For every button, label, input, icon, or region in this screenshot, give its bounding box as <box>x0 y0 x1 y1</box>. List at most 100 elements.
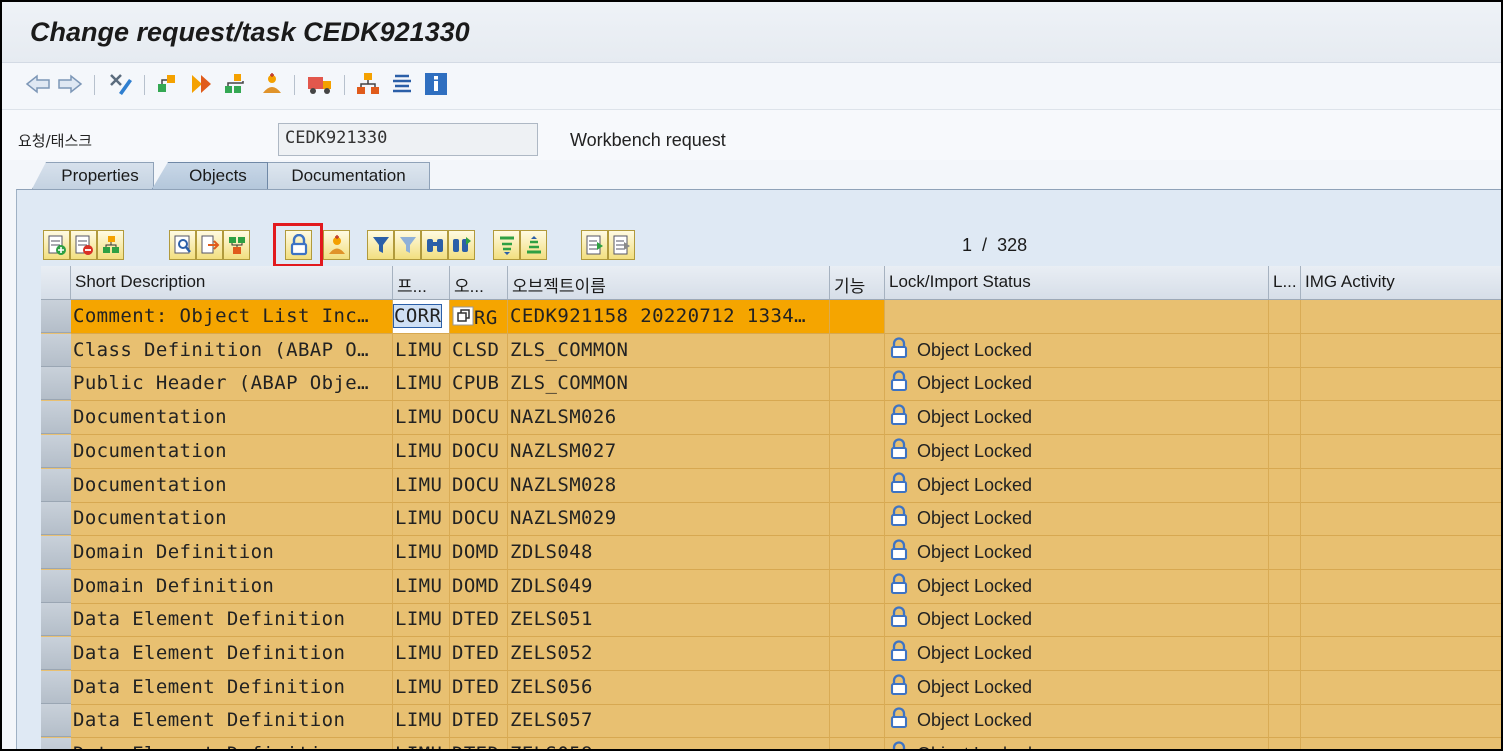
transport-truck-icon[interactable] <box>306 70 334 98</box>
cell-description[interactable]: Documentation <box>71 401 393 435</box>
comment-row[interactable]: Comment: Object List Inc… CORR RG CEDK92115… <box>41 300 1501 334</box>
delete-row-button[interactable] <box>70 230 97 260</box>
cell-img-activity[interactable] <box>1301 401 1501 435</box>
cell-function[interactable] <box>830 704 885 738</box>
cell-object-type[interactable]: DTED <box>450 603 508 637</box>
row-selector[interactable] <box>41 603 71 636</box>
cell-img-activity[interactable] <box>1301 300 1501 334</box>
insert-row-button[interactable] <box>43 230 70 260</box>
cell-object-type[interactable]: DOCU <box>450 502 508 536</box>
cell-program-id[interactable]: LIMU <box>393 435 450 469</box>
row-selector[interactable] <box>41 671 71 704</box>
cell-function[interactable] <box>830 469 885 503</box>
tab-properties[interactable]: Properties <box>32 162 154 189</box>
cell-img-activity[interactable] <box>1301 637 1501 671</box>
cell-program-id[interactable]: LIMU <box>393 704 450 738</box>
merge-button[interactable] <box>223 230 250 260</box>
cell-function[interactable] <box>830 502 885 536</box>
cell-program-id[interactable]: LIMU <box>393 367 450 401</box>
cell-l[interactable] <box>1269 570 1301 604</box>
cell-img-activity[interactable] <box>1301 435 1501 469</box>
column-function[interactable]: 기능 <box>830 266 885 299</box>
cell-function[interactable] <box>830 367 885 401</box>
cell-program-id[interactable]: LIMU <box>393 401 450 435</box>
cell-l[interactable] <box>1269 738 1301 749</box>
table-row[interactable]: Documentation LIMU DOCU NAZLSM029 Object Loc… <box>41 502 1501 536</box>
cell-l[interactable] <box>1269 367 1301 401</box>
cell-program-id[interactable]: CORR <box>393 300 450 334</box>
table-row[interactable]: Class Definition (ABAP O… LIMU CLSD ZLS_COM… <box>41 334 1501 368</box>
row-selector[interactable] <box>41 300 71 333</box>
sort-ascending-button[interactable] <box>493 230 520 260</box>
cell-function[interactable] <box>830 738 885 749</box>
row-selector[interactable] <box>41 704 71 737</box>
column-object-type[interactable]: 오... <box>450 266 508 299</box>
cell-object-type[interactable]: DOCU <box>450 435 508 469</box>
cell-description[interactable]: Data Element Definition <box>71 738 393 749</box>
table-row[interactable]: Data Element Definition LIMU DTED ZELS051 Ob… <box>41 603 1501 637</box>
sort-descending-button[interactable] <box>520 230 547 260</box>
cell-object-name[interactable]: ZLS_COMMON <box>508 367 830 401</box>
export-button[interactable] <box>581 230 608 260</box>
print-preview-button[interactable] <box>608 230 635 260</box>
cell-description[interactable]: Data Element Definition <box>71 704 393 738</box>
table-row[interactable]: Documentation LIMU DOCU NAZLSM026 Object Loc… <box>41 401 1501 435</box>
cell-img-activity[interactable] <box>1301 536 1501 570</box>
column-program-id[interactable]: 프... <box>393 266 450 299</box>
cell-description[interactable]: Documentation <box>71 469 393 503</box>
cell-lock-status[interactable]: Object Locked <box>885 570 1269 604</box>
cell-lock-status[interactable]: Object Locked <box>885 469 1269 503</box>
cell-l[interactable] <box>1269 536 1301 570</box>
row-selector[interactable] <box>41 738 71 749</box>
table-row[interactable]: Data Element DefinitionLIMUDTEDZELS058 Ob… <box>41 738 1501 749</box>
cell-function[interactable] <box>830 435 885 469</box>
cell-object-type[interactable]: DOCU <box>450 469 508 503</box>
cell-description[interactable]: Data Element Definition <box>71 603 393 637</box>
cell-function[interactable] <box>830 671 885 705</box>
column-object-name[interactable]: 오브젝트이름 <box>508 266 830 299</box>
cell-object-name[interactable]: ZELS056 <box>508 671 830 705</box>
cell-lock-status[interactable]: Object Locked <box>885 704 1269 738</box>
cell-l[interactable] <box>1269 502 1301 536</box>
cell-l[interactable] <box>1269 300 1301 334</box>
table-row[interactable]: Domain Definition LIMU DOMD ZDLS048 Object L… <box>41 536 1501 570</box>
cell-l[interactable] <box>1269 603 1301 637</box>
cell-description[interactable]: Documentation <box>71 502 393 536</box>
table-row[interactable]: Documentation LIMU DOCU NAZLSM028 Object Loc… <box>41 469 1501 503</box>
table-row[interactable]: Documentation LIMU DOCU NAZLSM027 Object Loc… <box>41 435 1501 469</box>
cell-function[interactable] <box>830 536 885 570</box>
cell-description[interactable]: Data Element Definition <box>71 637 393 671</box>
table-row[interactable]: Domain Definition LIMU DOMD ZDLS049 Object L… <box>41 570 1501 604</box>
row-selector[interactable] <box>41 637 71 670</box>
cell-object-name[interactable]: ZLS_COMMON <box>508 334 830 368</box>
merge-objects-icon[interactable] <box>222 70 250 98</box>
cell-l[interactable] <box>1269 671 1301 705</box>
cell-object-type[interactable]: DOCU <box>450 401 508 435</box>
cell-lock-status[interactable]: Object Locked <box>885 502 1269 536</box>
cell-lock-status[interactable] <box>885 300 1269 334</box>
add-user-button[interactable] <box>323 230 350 260</box>
cell-object-name[interactable]: NAZLSM028 <box>508 469 830 503</box>
cell-object-name[interactable]: NAZLSM026 <box>508 401 830 435</box>
cell-program-id[interactable]: LIMU <box>393 469 450 503</box>
cell-l[interactable] <box>1269 469 1301 503</box>
column-short-description[interactable]: Short Description <box>71 266 393 299</box>
cell-object-type[interactable]: DTED <box>450 671 508 705</box>
tab-objects[interactable]: Objects <box>152 162 268 189</box>
cell-function[interactable] <box>830 570 885 604</box>
cell-img-activity[interactable] <box>1301 334 1501 368</box>
cell-program-id[interactable]: LIMU <box>393 570 450 604</box>
cell-object-name[interactable]: CEDK921158 20220712 1334… <box>508 300 830 334</box>
filter-button[interactable] <box>367 230 394 260</box>
cell-program-id[interactable]: LIMU <box>393 671 450 705</box>
move-object-button[interactable] <box>196 230 223 260</box>
cell-img-activity[interactable] <box>1301 603 1501 637</box>
row-selector[interactable] <box>41 502 71 535</box>
row-selector[interactable] <box>41 367 71 400</box>
row-selector[interactable] <box>41 401 71 434</box>
forward-icon[interactable] <box>56 70 84 98</box>
back-icon[interactable] <box>24 70 52 98</box>
cell-img-activity[interactable] <box>1301 570 1501 604</box>
cell-img-activity[interactable] <box>1301 502 1501 536</box>
cell-program-id[interactable]: LIMU <box>393 738 450 749</box>
